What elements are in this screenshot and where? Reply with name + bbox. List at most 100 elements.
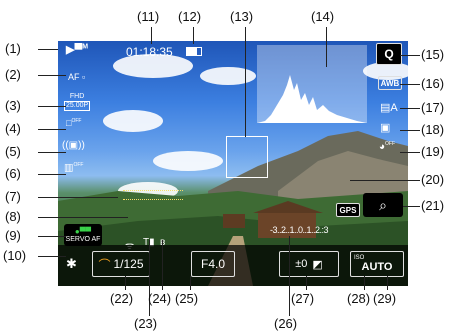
- leader-line-6: [38, 174, 66, 175]
- image-stabilizer-icon: ((▣)): [62, 140, 85, 151]
- iso-value: AUTO: [361, 261, 393, 273]
- servo-af-button[interactable]: ●▀▀ SERVO AF: [64, 224, 102, 246]
- callout-18: (18): [421, 122, 445, 137]
- digital-zoom-icon: □OFF: [66, 118, 82, 128]
- movie-mode-icon: ▶▀M: [66, 43, 89, 56]
- callout-27: (27): [291, 291, 315, 306]
- movie-quality: FHD 25.00P: [64, 93, 91, 111]
- exposure-compensation-icon: ◩: [312, 258, 323, 271]
- callout-16: (16): [421, 76, 445, 91]
- leader-line-26: [289, 236, 290, 316]
- shutter-speed-button[interactable]: ⌒ 1/125: [92, 251, 150, 277]
- af-point-frame[interactable]: [226, 136, 268, 178]
- movie-digital-is-icon: ▣: [380, 122, 391, 134]
- callout-28: (28): [347, 291, 371, 306]
- callout-5: (5): [5, 144, 21, 159]
- callout-4: (4): [5, 121, 21, 136]
- leader-line-24: [162, 240, 163, 290]
- leader-line-14: [326, 27, 327, 67]
- callout-25: (25): [175, 291, 199, 306]
- callout-6: (6): [5, 166, 21, 181]
- callout-20: (20): [421, 172, 445, 187]
- hdr-movie-icon: ◕OFF: [379, 141, 396, 153]
- leader-line-21: [403, 206, 420, 207]
- ae-lock-icon: ✱: [66, 256, 77, 271]
- battery-icon: [186, 47, 202, 56]
- movie-quality-top: FHD: [69, 93, 85, 100]
- leader-line-28: [364, 276, 365, 290]
- live-view-screen: ▶▀M 01:18:35 AF ▫ FHD 25.00P □OFF ((▣)) …: [58, 41, 408, 286]
- callout-17: (17): [421, 100, 445, 115]
- leader-line-18: [400, 130, 420, 131]
- aperture-button[interactable]: F4.0: [191, 251, 235, 277]
- leader-line-10: [38, 256, 66, 257]
- leader-line-1: [38, 49, 58, 50]
- shutter-speed-value: 1/125: [113, 257, 144, 271]
- magnify-button[interactable]: ⌕: [363, 193, 403, 217]
- timecode: 01:18:35: [126, 45, 173, 59]
- servo-af-dot: ●▀▀: [74, 227, 92, 236]
- audio-level-meter: [123, 190, 183, 193]
- gps-indicator: GPS: [336, 203, 360, 217]
- callout-22: (22): [110, 291, 134, 306]
- callout-23: (23): [134, 316, 158, 331]
- callout-3: (3): [5, 98, 21, 113]
- exposure-compensation-value: ±0: [295, 258, 308, 270]
- exposure-level-scale: -3..2..1..0..1..2.:3: [270, 225, 329, 235]
- audio-level-meter-right: [123, 199, 183, 202]
- leader-line-25: [190, 276, 191, 290]
- callout-11: (11): [137, 9, 160, 24]
- callout-8: (8): [5, 209, 21, 224]
- callout-10: (10): [3, 248, 27, 263]
- leader-line-27: [306, 276, 307, 290]
- bottom-settings-bar: ✱ ⌒ 1/125 F4.0 ±0 ◩ ISO AUTO: [58, 245, 408, 286]
- hdr-movie-off: OFF: [385, 141, 396, 147]
- leader-line-16: [400, 84, 420, 85]
- callout-15: (15): [421, 47, 445, 62]
- leader-line-19: [400, 152, 420, 153]
- callout-14: (14): [311, 9, 335, 24]
- leader-line-22: [125, 276, 126, 290]
- leader-line-13: [245, 27, 246, 137]
- leader-line-9: [38, 236, 66, 237]
- callout-24: (24): [148, 291, 172, 306]
- af-method: AF ▫: [68, 72, 86, 82]
- iso-button[interactable]: ISO AUTO: [350, 251, 404, 277]
- white-balance-icon: AWB: [378, 76, 402, 90]
- leader-line-17: [400, 108, 420, 109]
- callout-29: (29): [373, 291, 397, 306]
- movie-mode-m: M: [82, 43, 89, 51]
- picture-style-icon: ▥OFF: [64, 162, 84, 174]
- histogram: [257, 45, 367, 123]
- movie-quality-bottom: 25.00P: [64, 101, 91, 111]
- leader-line-7: [38, 197, 118, 198]
- leader-line-3: [38, 106, 66, 107]
- callout-12: (12): [178, 9, 202, 24]
- leader-line-8: [38, 217, 128, 218]
- servo-af-label: SERVO AF: [65, 236, 101, 243]
- leader-line-29: [387, 276, 388, 290]
- leader-line-11: [151, 27, 152, 44]
- callout-13: (13): [230, 9, 254, 24]
- histogram-graph: [257, 75, 367, 123]
- callout-1: (1): [5, 41, 21, 56]
- callout-21: (21): [421, 198, 445, 213]
- leader-line-12: [193, 27, 194, 44]
- callout-9: (9): [5, 228, 21, 243]
- leader-line-20: [350, 180, 420, 181]
- auto-lighting-optimizer-icon: ▤A: [380, 102, 398, 114]
- callout-26: (26): [274, 316, 298, 331]
- digital-zoom-off: OFF: [71, 118, 82, 124]
- shutter-arc-icon: ⌒: [98, 257, 111, 272]
- leader-line-15: [400, 55, 420, 56]
- picture-style-off: OFF: [73, 162, 84, 168]
- callout-19: (19): [421, 144, 445, 159]
- af-mode-label: AF: [68, 72, 80, 82]
- exposure-compensation-button[interactable]: ±0 ◩: [279, 251, 339, 277]
- callout-2: (2): [5, 67, 21, 82]
- leader-line-2: [38, 75, 66, 76]
- leader-line-4: [38, 129, 66, 130]
- leader-line-5: [38, 152, 66, 153]
- callout-7: (7): [5, 189, 21, 204]
- quick-control-button[interactable]: Q: [376, 43, 402, 65]
